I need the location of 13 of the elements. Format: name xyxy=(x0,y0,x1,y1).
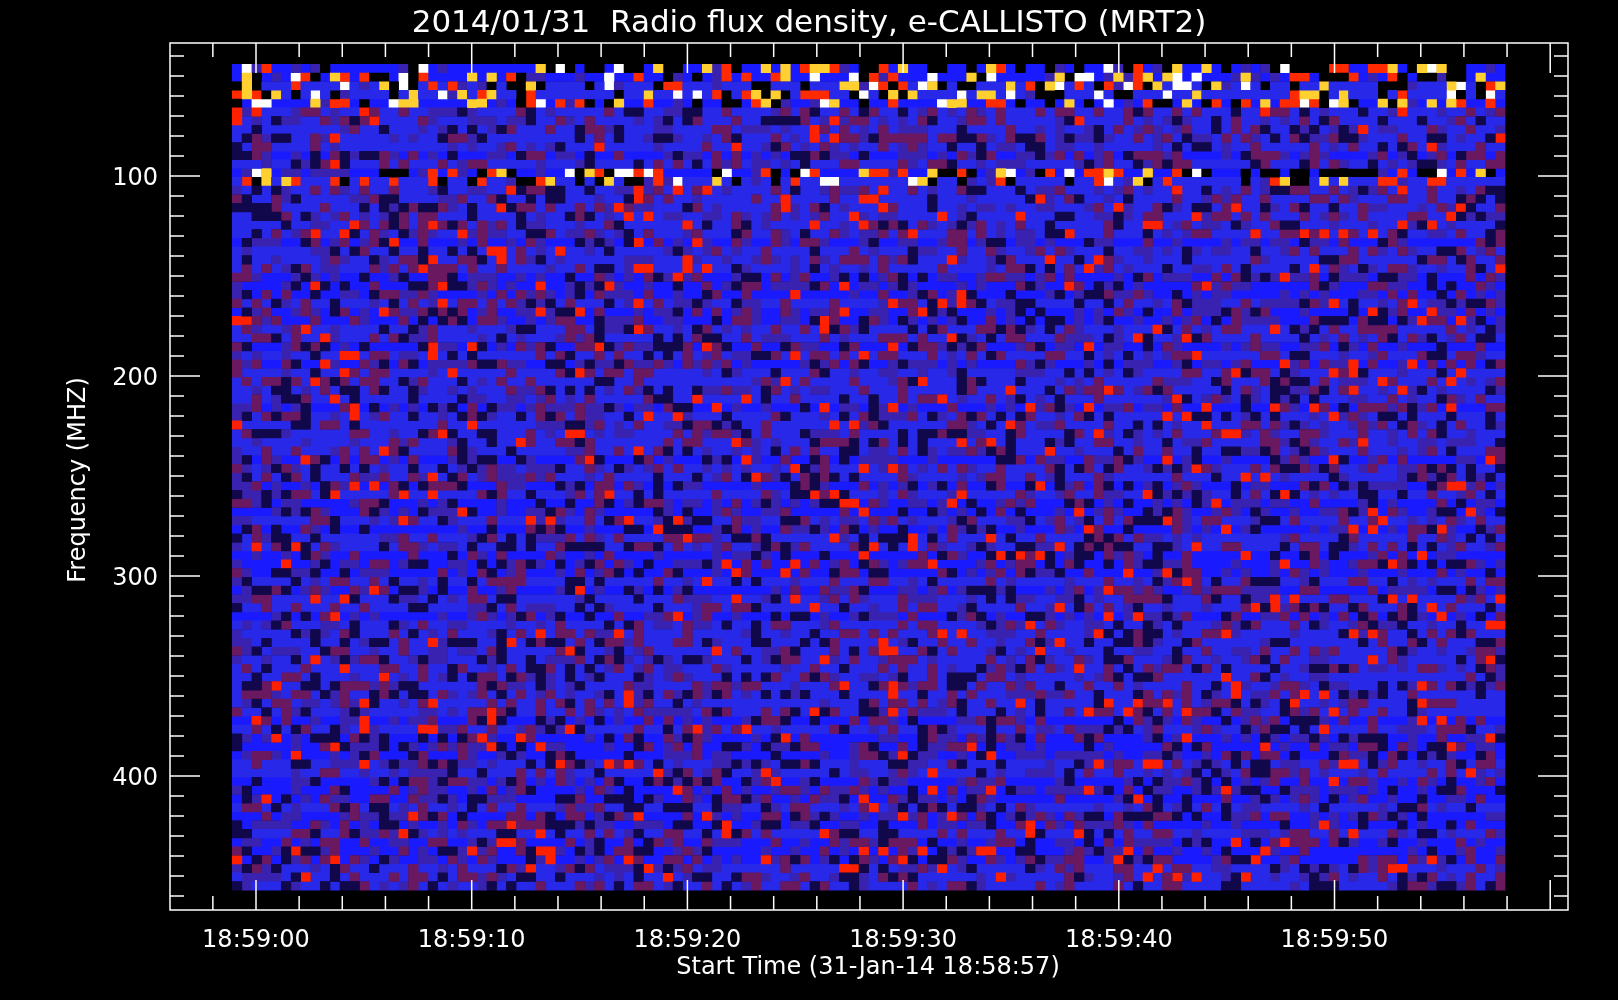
x-tick-label: 18:59:00 xyxy=(202,925,310,953)
x-tick-label: 18:59:50 xyxy=(1280,925,1389,953)
x-tick-label: 18:59:20 xyxy=(633,925,742,953)
y-tick-label: 400 xyxy=(112,763,158,791)
x-axis-label: Start Time (31-Jan-14 18:58:57) xyxy=(676,952,1060,980)
chart-title: 2014/01/31 Radio flux density, e-CALLISTO (MRT2) xyxy=(411,3,1207,39)
x-tick-label: 18:59:40 xyxy=(1064,925,1173,953)
x-tick-label: 18:59:10 xyxy=(417,925,526,953)
y-tick-label: 300 xyxy=(112,563,158,591)
y-tick-label: 200 xyxy=(112,363,158,391)
y-tick-label: 100 xyxy=(112,163,158,191)
x-tick-label: 18:59:30 xyxy=(849,925,957,953)
y-axis-label: Frequency (MHZ) xyxy=(63,377,91,583)
